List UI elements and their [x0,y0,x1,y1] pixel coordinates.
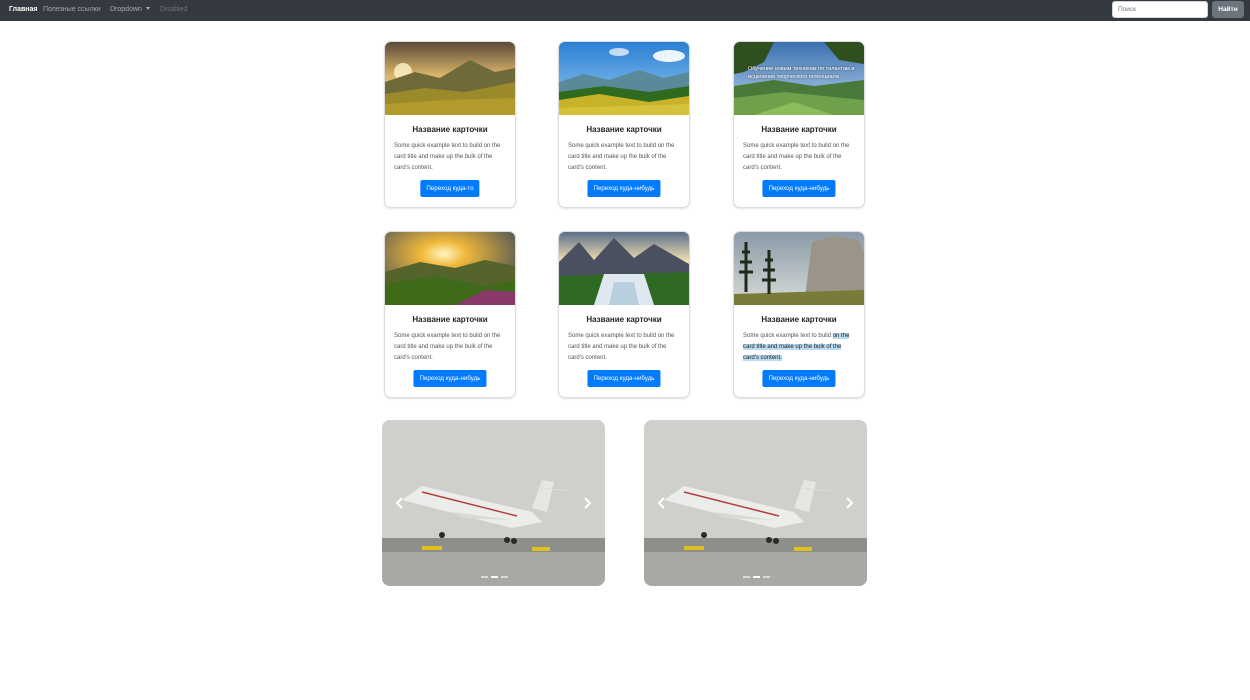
carousel-indicators [481,576,508,578]
chevron-left-icon [657,497,665,509]
card-title: Название карточки [412,315,488,324]
nav-dropdown-label: Dropdown [110,6,142,13]
card-link-button[interactable]: Переход куда-нибудь [413,370,487,387]
card-image [559,232,689,305]
card-image [734,232,864,305]
carousel-prev[interactable] [390,493,410,513]
carousel-indicator[interactable] [501,576,508,578]
card-text: Some quick example text to build on the … [568,143,675,171]
card-image-caption: Обучение новым техникам по талантам и ис… [748,66,855,80]
card-text: Some quick example text to build on the … [394,143,501,171]
card-1: Название карточки Some quick example tex… [384,41,516,208]
card-text-lead: Some quick example text to build [743,333,832,339]
card-title: Название карточки [586,315,662,324]
search-button[interactable]: Найти [1212,1,1244,18]
card-5: Название карточки Some quick example tex… [558,231,690,398]
card-title: Название карточки [761,125,837,134]
card-2: Название карточки Some quick example tex… [558,41,690,208]
chevron-right-icon [846,497,854,509]
airliner-image [382,420,605,586]
card-link-button[interactable]: Переход куда-нибудь [587,370,661,387]
carousel-indicator[interactable] [743,576,750,578]
card-link-button[interactable]: Переход куда-то [420,180,480,197]
card-image [385,42,515,115]
card-text: Some quick example text to build on the … [568,333,675,361]
card-link-button[interactable]: Переход куда-нибудь [762,180,836,197]
airliner-image [644,420,867,586]
card-title: Название карточки [761,315,837,324]
card-image: Обучение новым техникам по талантам и ис… [734,42,864,115]
carousel-prev[interactable] [652,493,672,513]
nav-link-home[interactable]: Главная [9,5,37,15]
card-6: Название карточки Some quick example tex… [733,231,865,398]
carousel-next[interactable] [577,493,597,513]
card-text: Some quick example text to build on the … [394,333,501,361]
chevron-right-icon [584,497,592,509]
card-3: Обучение новым техникам по талантам и ис… [733,41,865,208]
card-image [385,232,515,305]
carousel-next[interactable] [839,493,859,513]
nav-link-useful[interactable]: Полезные ссылки [43,5,101,15]
card-image [559,42,689,115]
card-title: Название карточки [412,125,488,134]
chevron-left-icon [395,497,403,509]
nav-dropdown[interactable]: Dropdown [110,5,150,15]
navbar: Главная Полезные ссылки Dropdown Disable… [0,0,1250,21]
carousel-indicator[interactable] [763,576,770,578]
carousel-2 [644,420,867,586]
card-text: Some quick example text to build on the … [743,331,857,364]
search-input[interactable] [1112,1,1208,18]
carousel-indicator[interactable] [481,576,488,578]
card-link-button[interactable]: Переход куда-нибудь [587,180,661,197]
carousel-indicator-active[interactable] [753,576,760,578]
caret-down-icon [145,7,150,10]
nav-link-disabled: Disabled [160,6,188,13]
carousel-indicators [743,576,770,578]
card-title: Название карточки [586,125,662,134]
card-text: Some quick example text to build on the … [743,143,850,171]
card-link-button[interactable]: Переход куда-нибудь [762,370,836,387]
card-4: Название карточки Some quick example tex… [384,231,516,398]
carousel-indicator-active[interactable] [491,576,498,578]
carousel-1 [382,420,605,586]
